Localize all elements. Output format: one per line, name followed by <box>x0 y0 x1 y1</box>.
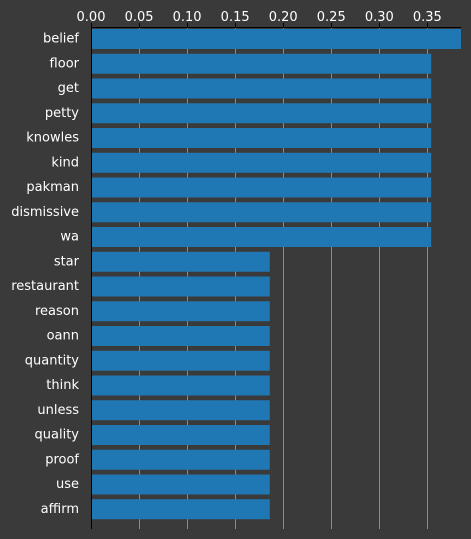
bar-star <box>91 251 270 272</box>
category-label: knowles <box>26 131 79 146</box>
category-label: star <box>54 254 80 269</box>
bar-proof <box>91 449 270 470</box>
category-label: dismissive <box>11 205 79 220</box>
x-tick-label: 0.20 <box>269 10 298 25</box>
bar-kind <box>91 152 432 173</box>
x-tick-label: 0.25 <box>317 10 346 25</box>
x-tick-label: 0.30 <box>365 10 394 25</box>
bar-petty <box>91 103 432 124</box>
category-label: reason <box>35 304 79 319</box>
x-tick-label: 0.00 <box>77 10 106 25</box>
x-tick-label: 0.10 <box>173 10 202 25</box>
bar-think <box>91 375 270 396</box>
category-label: kind <box>51 155 79 170</box>
bar-pakman <box>91 177 432 198</box>
bar-quantity <box>91 350 270 371</box>
category-label: proof <box>45 452 79 467</box>
category-label: restaurant <box>11 279 79 294</box>
category-label: quantity <box>25 353 80 368</box>
bars <box>91 29 461 520</box>
x-tick-label: 0.35 <box>413 10 442 25</box>
bar-affirm <box>91 499 270 520</box>
x-tick-labels: 0.00 0.05 0.10 0.15 0.20 0.25 0.30 0.35 <box>77 10 442 25</box>
category-label: get <box>58 81 79 96</box>
category-label: affirm <box>41 502 79 517</box>
category-label: think <box>46 378 79 393</box>
bar-restaurant <box>91 276 270 297</box>
x-tick-label: 0.05 <box>125 10 154 25</box>
bar-wa <box>91 227 432 247</box>
bar-knowles <box>91 128 432 148</box>
x-tick-label: 0.15 <box>221 10 250 25</box>
category-label: oann <box>47 329 79 344</box>
bar-dismissive <box>91 202 432 223</box>
category-label: use <box>56 477 79 492</box>
bar-belief <box>91 29 461 49</box>
bar-use <box>91 474 270 495</box>
category-label: floor <box>50 56 80 71</box>
category-labels: belief floor get petty knowles kind pakman dism… <box>11 32 79 517</box>
category-label: quality <box>35 428 80 443</box>
category-label: unless <box>37 403 79 418</box>
bar-floor <box>91 53 432 74</box>
bar-get <box>91 78 432 99</box>
category-label: pakman <box>26 180 79 195</box>
bar-chart: 0.00 0.05 0.10 0.15 0.20 0.25 0.30 0.35 belief f… <box>11 10 461 529</box>
category-label: wa <box>60 230 79 245</box>
bar-unless <box>91 400 270 421</box>
category-label: petty <box>45 106 79 121</box>
bar-reason <box>91 301 270 322</box>
bar-oann <box>91 326 270 346</box>
bar-quality <box>91 425 270 445</box>
category-label: belief <box>43 32 79 47</box>
